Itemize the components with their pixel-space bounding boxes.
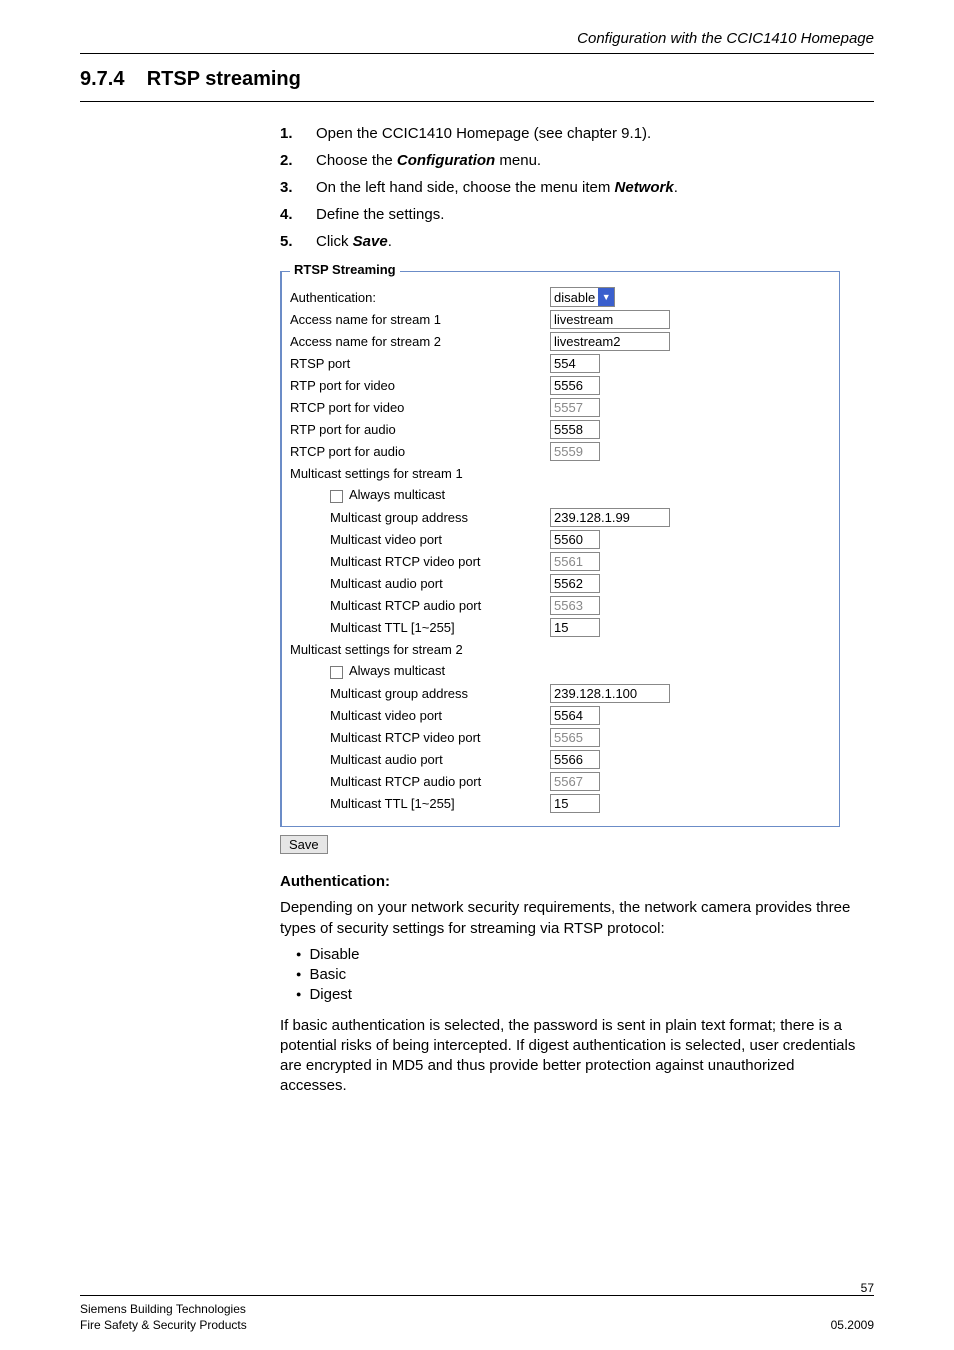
- m1-always: Always multicast: [290, 487, 550, 502]
- m1-group-label: Multicast group address: [290, 510, 550, 525]
- m2-rtcpa-label: Multicast RTCP audio port: [290, 774, 550, 789]
- section-number: 9.7.4: [80, 68, 124, 90]
- step-number: 4.: [280, 201, 300, 228]
- step-text-suffix: .: [388, 233, 392, 250]
- step-item: 3. On the left hand side, choose the men…: [280, 174, 874, 201]
- section-title: RTSP streaming: [147, 68, 301, 90]
- m2-always: Always multicast: [290, 663, 550, 678]
- step-text-prefix: Click: [316, 233, 353, 250]
- breadcrumb: Configuration with the CCIC1410 Homepage: [80, 30, 874, 47]
- m2-vport-label: Multicast video port: [290, 708, 550, 723]
- rtcp-video-label: RTCP port for video: [290, 400, 550, 415]
- step-text: Choose the Configuration menu.: [316, 147, 541, 174]
- m2-rtcpv-label: Multicast RTCP video port: [290, 730, 550, 745]
- m2-group-input[interactable]: 239.128.1.100: [550, 684, 670, 703]
- step-text-suffix: .: [674, 179, 678, 196]
- step-item: 2. Choose the Configuration menu.: [280, 147, 874, 174]
- m2-aport-label: Multicast audio port: [290, 752, 550, 767]
- rtp-video-label: RTP port for video: [290, 378, 550, 393]
- auth-label: Authentication:: [290, 290, 550, 305]
- m2-title: Multicast settings for stream 2: [290, 642, 550, 657]
- auth-select-value: disable: [554, 290, 595, 305]
- m1-aport-label: Multicast audio port: [290, 576, 550, 591]
- access1-input[interactable]: livestream: [550, 310, 670, 329]
- section-rule: [80, 101, 874, 102]
- auth-select[interactable]: disable ▼: [550, 287, 615, 307]
- m2-group-label: Multicast group address: [290, 686, 550, 701]
- subheading: Authentication:: [280, 872, 860, 892]
- m1-ttl-label: Multicast TTL [1~255]: [290, 620, 550, 635]
- fieldset-legend: RTSP Streaming: [290, 262, 400, 277]
- page-number: 57: [861, 1281, 874, 1295]
- footer-line1: Siemens Building Technologies: [80, 1302, 246, 1316]
- rtp-audio-input[interactable]: 5558: [550, 420, 600, 439]
- rtsp-port-label: RTSP port: [290, 356, 550, 371]
- step-number: 3.: [280, 174, 300, 201]
- m1-ttl-input[interactable]: 15: [550, 618, 600, 637]
- m2-vport-input[interactable]: 5564: [550, 706, 600, 725]
- chevron-down-icon: ▼: [598, 288, 614, 306]
- rtsp-fieldset: RTSP Streaming Authentication: disable ▼…: [280, 271, 840, 827]
- rtcp-audio-input: 5559: [550, 442, 600, 461]
- footer-line2: Fire Safety & Security Products: [80, 1318, 247, 1332]
- access2-input[interactable]: livestream2: [550, 332, 670, 351]
- always-label: Always multicast: [349, 663, 445, 678]
- m1-rtcpv-label: Multicast RTCP video port: [290, 554, 550, 569]
- step-text-bold: Configuration: [397, 152, 495, 169]
- m2-rtcpv-input: 5565: [550, 728, 600, 747]
- list-item: Digest: [296, 985, 860, 1005]
- section-heading: 9.7.4 RTSP streaming: [80, 68, 874, 91]
- step-list: 1. Open the CCIC1410 Homepage (see chapt…: [280, 120, 874, 255]
- m2-aport-input[interactable]: 5566: [550, 750, 600, 769]
- rtcp-audio-label: RTCP port for audio: [290, 444, 550, 459]
- body-text: Authentication: Depending on your networ…: [280, 872, 860, 1097]
- m2-always-checkbox[interactable]: [330, 666, 343, 679]
- m1-group-input[interactable]: 239.128.1.99: [550, 508, 670, 527]
- m1-vport-input[interactable]: 5560: [550, 530, 600, 549]
- step-item: 1. Open the CCIC1410 Homepage (see chapt…: [280, 120, 874, 147]
- m1-always-checkbox[interactable]: [330, 490, 343, 503]
- m1-vport-label: Multicast video port: [290, 532, 550, 547]
- m1-aport-input[interactable]: 5562: [550, 574, 600, 593]
- step-number: 1.: [280, 120, 300, 147]
- step-number: 2.: [280, 147, 300, 174]
- footer: 57 Siemens Building Technologies Fire Sa…: [80, 1281, 874, 1332]
- step-text: On the left hand side, choose the menu i…: [316, 174, 678, 201]
- footer-date: 05.2009: [831, 1318, 874, 1332]
- rtp-audio-label: RTP port for audio: [290, 422, 550, 437]
- save-button[interactable]: Save: [280, 835, 328, 854]
- list-item: Disable: [296, 945, 860, 965]
- paragraph: If basic authentication is selected, the…: [280, 1016, 860, 1097]
- m2-ttl-input[interactable]: 15: [550, 794, 600, 813]
- header-rule: [80, 53, 874, 54]
- m1-rtcpv-input: 5561: [550, 552, 600, 571]
- paragraph: Depending on your network security requi…: [280, 898, 860, 939]
- m2-ttl-label: Multicast TTL [1~255]: [290, 796, 550, 811]
- always-label: Always multicast: [349, 487, 445, 502]
- step-text: Click Save.: [316, 228, 392, 255]
- step-text: Define the settings.: [316, 201, 444, 228]
- access1-label: Access name for stream 1: [290, 312, 550, 327]
- m1-rtcpa-label: Multicast RTCP audio port: [290, 598, 550, 613]
- rtcp-video-input: 5557: [550, 398, 600, 417]
- rtp-video-input[interactable]: 5556: [550, 376, 600, 395]
- footer-rule: [80, 1295, 874, 1296]
- step-item: 4. Define the settings.: [280, 201, 874, 228]
- step-number: 5.: [280, 228, 300, 255]
- step-text: Open the CCIC1410 Homepage (see chapter …: [316, 120, 651, 147]
- step-text-bold: Network: [615, 179, 674, 196]
- bullet-list: Disable Basic Digest: [280, 945, 860, 1006]
- rtsp-port-input[interactable]: 554: [550, 354, 600, 373]
- access2-label: Access name for stream 2: [290, 334, 550, 349]
- step-item: 5. Click Save.: [280, 228, 874, 255]
- step-text-prefix: Choose the: [316, 152, 397, 169]
- list-item: Basic: [296, 965, 860, 985]
- step-text-prefix: On the left hand side, choose the menu i…: [316, 179, 615, 196]
- m1-rtcpa-input: 5563: [550, 596, 600, 615]
- m2-rtcpa-input: 5567: [550, 772, 600, 791]
- step-text-suffix: menu.: [495, 152, 541, 169]
- step-text-bold: Save: [353, 233, 388, 250]
- m1-title: Multicast settings for stream 1: [290, 466, 550, 481]
